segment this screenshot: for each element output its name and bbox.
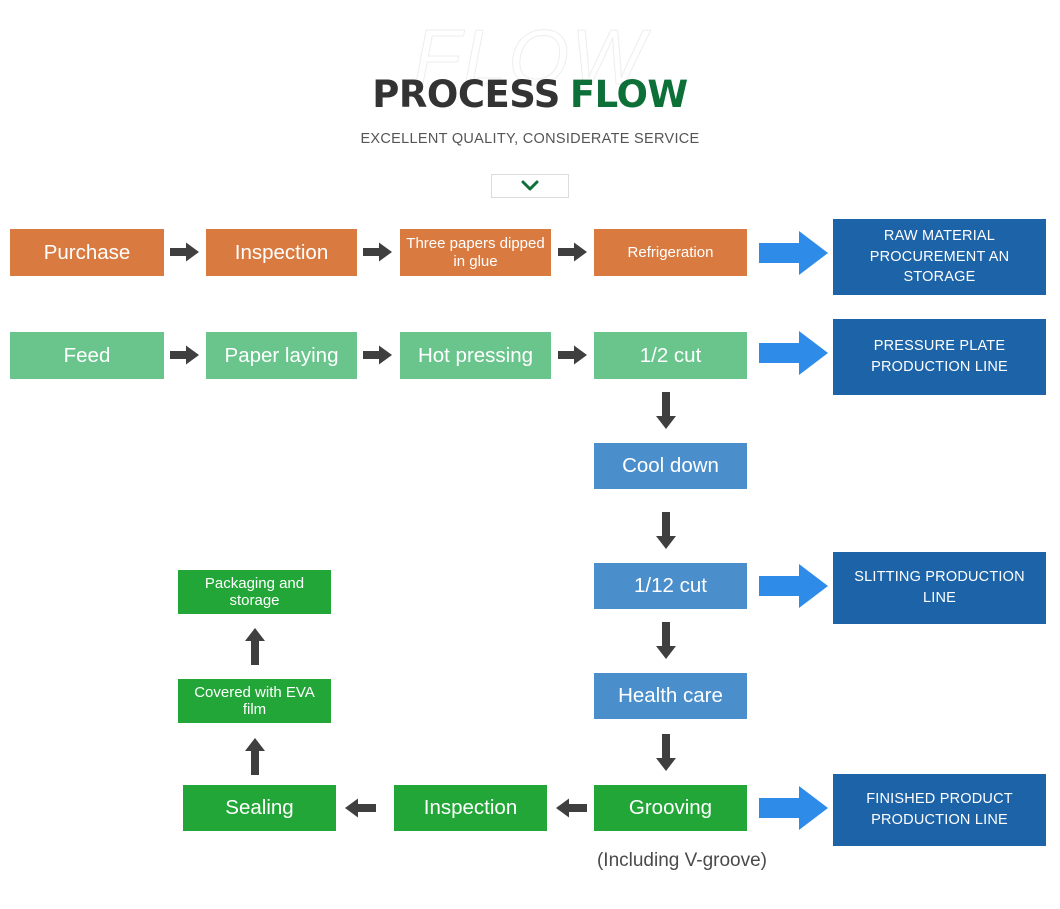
arrow-up-sealing-to-covered-with-eva-film xyxy=(244,737,266,775)
node-hot-pressing[interactable]: Hot pressing xyxy=(400,332,551,379)
arrow-down-health-care-to-grooving xyxy=(655,734,677,772)
node-label: Inspection xyxy=(423,796,518,820)
arrow-right-to-raw-material-banner xyxy=(759,230,829,276)
arrow-down-half-cut-to-cool-down xyxy=(655,392,677,430)
banner-raw-material-procurement-and-storage[interactable]: RAW MATERIAL PROCUREMENT AN STORAGE xyxy=(833,219,1046,295)
node-refrigeration[interactable]: Refrigeration xyxy=(594,229,747,276)
node-label: 1/2 cut xyxy=(639,343,702,367)
node-label: Feed xyxy=(63,343,111,367)
node-label: Refrigeration xyxy=(627,243,714,261)
node-label: Cool down xyxy=(622,454,719,478)
node-health-care[interactable]: Health care xyxy=(594,673,747,719)
banner-label: RAW MATERIAL PROCUREMENT AN STORAGE xyxy=(869,228,1010,286)
banner-label: SLITTING PRODUCTION LINE xyxy=(854,569,1025,606)
arrow-left-grooving-to-inspection xyxy=(555,797,587,819)
page-title-part2: FLOW xyxy=(569,73,688,116)
node-label: Sealing xyxy=(225,796,294,820)
node-sealing[interactable]: Sealing xyxy=(183,785,336,831)
node-label: Hot pressing xyxy=(417,343,534,367)
node-label: Packaging and storage xyxy=(204,574,305,609)
node-feed[interactable]: Feed xyxy=(10,332,164,379)
node-twelfth-cut[interactable]: 1/12 cut xyxy=(594,563,747,609)
page-title-part1: PROCESS xyxy=(372,73,560,116)
node-half-cut[interactable]: 1/2 cut xyxy=(594,332,747,379)
page-title: PROCESS FLOW xyxy=(0,76,1060,113)
arrow-right-hot-pressing-to-half-cut xyxy=(558,344,588,366)
scroll-down-button[interactable] xyxy=(491,174,569,198)
node-three-papers-dipped-in-glue[interactable]: Three papers dipped in glue xyxy=(400,229,551,276)
arrow-right-to-slitting-banner xyxy=(759,563,829,609)
arrow-down-cool-down-to-twelfth-cut xyxy=(655,512,677,550)
arrow-right-to-finished-product-banner xyxy=(759,785,829,831)
arrow-left-inspection-to-sealing xyxy=(344,797,376,819)
node-label: Inspection xyxy=(234,240,329,264)
node-grooving[interactable]: Grooving xyxy=(594,785,747,831)
arrow-right-paper-laying-to-hot-pressing xyxy=(363,344,393,366)
arrow-up-covered-to-packaging-and-storage xyxy=(244,627,266,665)
arrow-down-twelfth-cut-to-health-care xyxy=(655,622,677,660)
banner-label: FINISHED PRODUCT PRODUCTION LINE xyxy=(866,791,1013,828)
node-packaging-and-storage[interactable]: Packaging and storage xyxy=(178,570,331,614)
banner-finished-product-production-line[interactable]: FINISHED PRODUCT PRODUCTION LINE xyxy=(833,774,1046,846)
node-inspection-raw[interactable]: Inspection xyxy=(206,229,357,276)
node-inspection-final[interactable]: Inspection xyxy=(394,785,547,831)
node-label: Purchase xyxy=(43,240,131,264)
node-label: Paper laying xyxy=(224,343,339,367)
node-label: 1/12 cut xyxy=(634,574,707,598)
arrow-right-purchase-to-inspection xyxy=(170,241,200,263)
page-header: FLOW PROCESS FLOW EXCELLENT QUALITY, CONS… xyxy=(0,0,1060,210)
node-label: Covered with EVA film xyxy=(194,683,315,718)
node-label: Grooving xyxy=(628,796,713,820)
page-subtitle: EXCELLENT QUALITY, CONSIDERATE SERVICE xyxy=(360,131,700,147)
arrow-right-three-papers-to-refrigeration xyxy=(558,241,588,263)
node-cool-down[interactable]: Cool down xyxy=(594,443,747,489)
banner-label: PRESSURE PLATE PRODUCTION LINE xyxy=(871,338,1008,375)
node-covered-with-eva-film[interactable]: Covered with EVA film xyxy=(178,679,331,723)
arrow-right-inspection-to-three-papers xyxy=(363,241,393,263)
banner-pressure-plate-production-line[interactable]: PRESSURE PLATE PRODUCTION LINE xyxy=(833,319,1046,395)
v-groove-caption: (Including V-groove) xyxy=(596,850,768,871)
banner-slitting-production-line[interactable]: SLITTING PRODUCTION LINE xyxy=(833,552,1046,624)
arrow-right-feed-to-paper-laying xyxy=(170,344,200,366)
arrow-right-to-pressure-plate-banner xyxy=(759,330,829,376)
node-label: Health care xyxy=(618,684,723,708)
chevron-down-icon xyxy=(521,180,539,192)
node-label: Three papers dipped in glue xyxy=(406,235,545,270)
node-paper-laying[interactable]: Paper laying xyxy=(206,332,357,379)
node-purchase[interactable]: Purchase xyxy=(10,229,164,276)
